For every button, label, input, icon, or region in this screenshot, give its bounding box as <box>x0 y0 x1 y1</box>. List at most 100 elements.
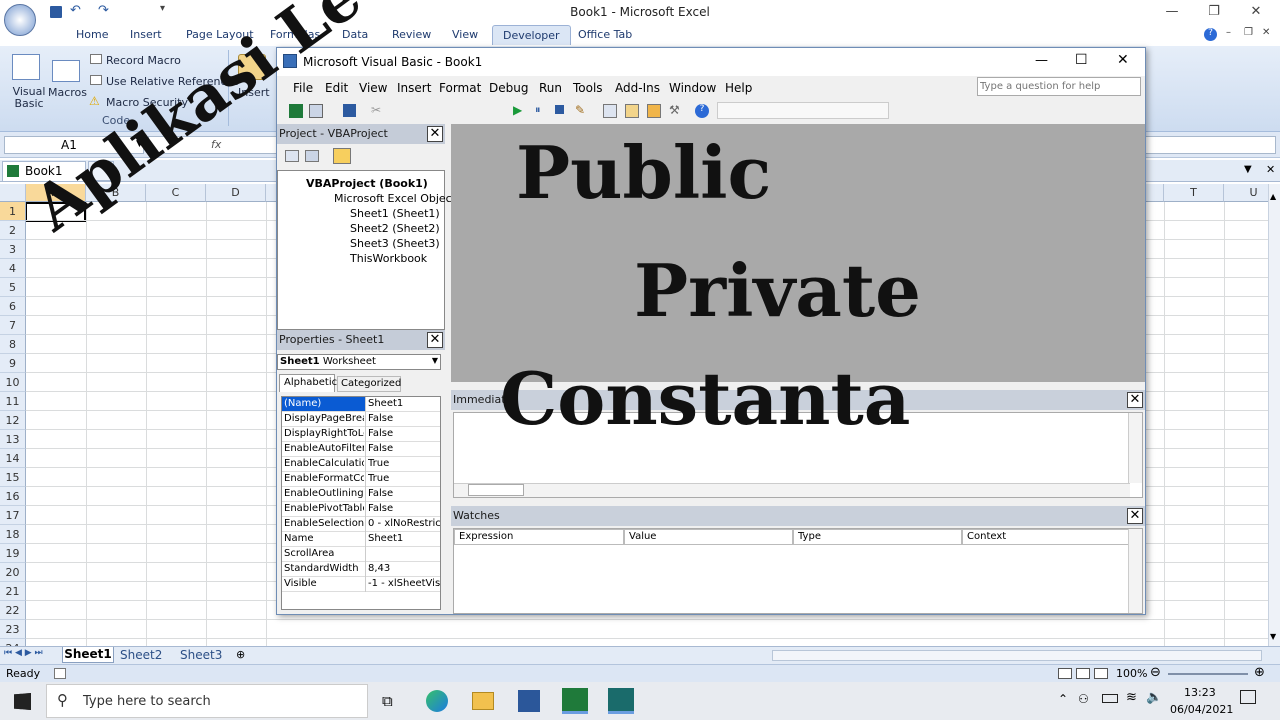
zoom-in-icon[interactable]: ⊕ <box>1254 665 1265 680</box>
visual-basic-button[interactable]: Visual Basic <box>6 52 46 110</box>
vbe-help-icon[interactable]: ? <box>695 104 709 118</box>
object-dropdown[interactable]: Sheet1 Worksheet ▼ <box>277 354 441 370</box>
help-icon[interactable]: ? <box>1204 28 1217 41</box>
watch-col-value[interactable]: Value <box>624 529 793 545</box>
row-header[interactable]: 24 <box>0 639 26 646</box>
macros-button[interactable]: Macros <box>46 52 87 110</box>
help-question-input[interactable] <box>977 77 1141 96</box>
property-value[interactable]: 0 - xlNoRestrictio <box>368 518 440 529</box>
edge-icon[interactable] <box>426 690 448 712</box>
toggle-folders-icon[interactable] <box>333 148 351 164</box>
property-value[interactable]: -1 - xlSheetVisibl <box>368 578 440 589</box>
row-header[interactable]: 8 <box>0 335 26 354</box>
row-header[interactable]: 3 <box>0 240 26 259</box>
tab-view[interactable]: View <box>452 28 478 41</box>
watches-vscroll[interactable] <box>1128 529 1142 613</box>
scroll-up-icon[interactable]: ▲ <box>1270 192 1276 201</box>
ribbon-minimize-icon[interactable]: – <box>1226 27 1231 38</box>
tray-battery-icon[interactable] <box>1102 694 1118 703</box>
view-code-icon[interactable] <box>285 150 299 162</box>
vbe-minimize-icon[interactable]: — <box>1035 53 1048 68</box>
macro-record-icon[interactable] <box>54 668 66 679</box>
zoom-level[interactable]: 100% <box>1116 667 1147 680</box>
row-header[interactable]: 18 <box>0 525 26 544</box>
menu-edit[interactable]: Edit <box>325 81 348 95</box>
row-header[interactable]: 23 <box>0 620 26 639</box>
property-value[interactable]: False <box>368 488 440 499</box>
property-row[interactable]: EnableAutoFilter False <box>282 442 440 457</box>
property-value[interactable]: False <box>368 413 440 424</box>
properties-icon[interactable] <box>625 104 639 118</box>
property-value[interactable]: True <box>368 473 440 484</box>
column-header-t[interactable]: T <box>1164 184 1224 202</box>
object-dropdown-icon[interactable]: ▼ <box>432 356 438 365</box>
menu-debug[interactable]: Debug <box>489 81 528 95</box>
project-close-icon[interactable]: ✕ <box>427 126 443 142</box>
row-header[interactable]: 5 <box>0 278 26 297</box>
row-header[interactable]: 22 <box>0 601 26 620</box>
break-icon[interactable]: ⏸ <box>535 103 541 117</box>
menu-help[interactable]: Help <box>725 81 752 95</box>
watches-close-icon[interactable]: ✕ <box>1127 508 1143 524</box>
vba-taskbar-icon[interactable] <box>608 688 634 714</box>
menu-run[interactable]: Run <box>539 81 562 95</box>
watch-col-context[interactable]: Context <box>962 529 1130 545</box>
immediate-hscroll[interactable] <box>454 483 1130 497</box>
property-row[interactable]: EnableCalculation True <box>282 457 440 472</box>
tree-item-sheet3[interactable]: Sheet3 (Sheet3) <box>350 237 440 250</box>
menu-insert[interactable]: Insert <box>397 81 431 95</box>
sheet-tab-sheet2[interactable]: Sheet2 <box>120 648 162 662</box>
tray-chevron-icon[interactable]: ⌃ <box>1058 692 1068 706</box>
row-header[interactable]: 4 <box>0 259 26 278</box>
property-row[interactable]: Visible -1 - xlSheetVisibl <box>282 577 440 592</box>
menu-tools[interactable]: Tools <box>573 81 603 95</box>
view-normal-icon[interactable] <box>1058 668 1072 679</box>
clock-time[interactable]: 13:23 <box>1184 686 1216 699</box>
insert-sheet-icon[interactable]: ⊕ <box>236 648 245 661</box>
menu-view[interactable]: View <box>359 81 387 95</box>
tree-item-thisworkbook[interactable]: ThisWorkbook <box>350 252 427 265</box>
watch-col-type[interactable]: Type <box>793 529 962 545</box>
view-pagebreak-icon[interactable] <box>1094 668 1108 679</box>
object-browser-icon[interactable] <box>647 104 661 118</box>
row-header[interactable]: 1 <box>0 202 26 221</box>
property-value[interactable]: False <box>368 503 440 514</box>
task-view-icon[interactable]: ⧉ <box>382 692 393 710</box>
property-value[interactable]: False <box>368 443 440 454</box>
vbe-maximize-icon[interactable]: ☐ <box>1075 52 1088 68</box>
property-row[interactable]: DisplayPageBreak False <box>282 412 440 427</box>
sheet-tab-sheet1[interactable]: Sheet1 <box>62 647 114 663</box>
menu-file[interactable]: File <box>293 81 313 95</box>
ribbon-restore-icon[interactable]: ❐ <box>1244 27 1253 38</box>
view-excel-icon[interactable] <box>289 104 303 118</box>
notifications-icon[interactable] <box>1240 690 1256 704</box>
excel-taskbar-icon[interactable] <box>562 688 588 714</box>
row-header[interactable]: 10 <box>0 373 26 392</box>
row-header[interactable]: 19 <box>0 544 26 563</box>
property-row[interactable]: Name Sheet1 <box>282 532 440 547</box>
watch-col-expression[interactable]: Expression <box>454 529 624 545</box>
zoom-out-icon[interactable]: ⊖ <box>1150 665 1161 680</box>
row-header[interactable]: 2 <box>0 221 26 240</box>
row-header[interactable]: 9 <box>0 354 26 373</box>
property-value[interactable]: False <box>368 428 440 439</box>
property-row[interactable]: EnablePivotTable False <box>282 502 440 517</box>
property-row[interactable]: ScrollArea <box>282 547 440 562</box>
property-value[interactable]: Sheet1 <box>368 533 440 544</box>
property-row[interactable]: EnableOutlining False <box>282 487 440 502</box>
property-row[interactable]: (Name) Sheet1 <box>282 397 440 412</box>
tree-item-sheet1[interactable]: Sheet1 (Sheet1) <box>350 207 440 220</box>
column-header-c[interactable]: C <box>146 184 206 202</box>
immediate-hscroll-thumb[interactable] <box>468 484 524 496</box>
tree-folder[interactable]: Microsoft Excel Objects <box>334 192 462 205</box>
word-icon[interactable] <box>518 690 540 712</box>
record-macro-button[interactable]: Record Macro <box>106 54 181 67</box>
row-header[interactable]: 11 <box>0 392 26 411</box>
row-header[interactable]: 13 <box>0 430 26 449</box>
property-row[interactable]: EnableSelection 0 - xlNoRestrictio <box>282 517 440 532</box>
run-icon[interactable]: ▶ <box>513 103 522 117</box>
tab-review[interactable]: Review <box>392 28 431 41</box>
windows-start-icon[interactable] <box>14 693 31 710</box>
tab-list-dropdown-icon[interactable]: ▼ <box>1244 164 1252 175</box>
minimize-icon[interactable]: — <box>1164 4 1180 19</box>
